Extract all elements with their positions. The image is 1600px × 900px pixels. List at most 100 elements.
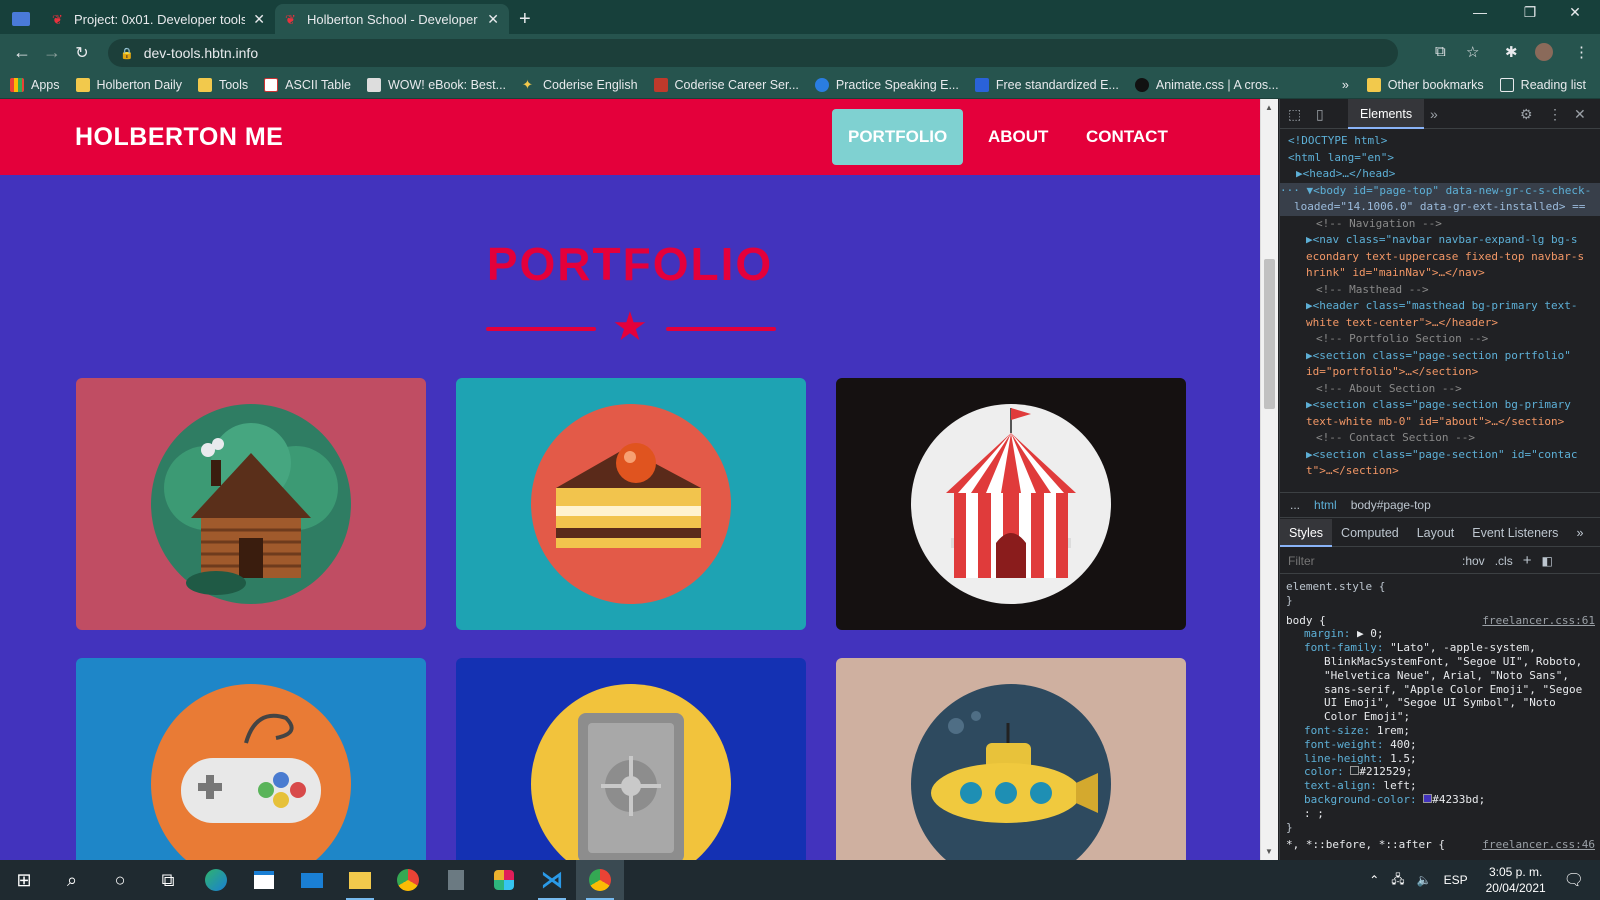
- forward-icon[interactable]: →: [37, 42, 67, 63]
- dom-tree[interactable]: <!DOCTYPE html> <html lang="en"> ▶<head>…: [1280, 130, 1600, 480]
- bookmark-holberton-daily[interactable]: Holberton Daily: [75, 77, 182, 92]
- translate-app-icon[interactable]: [0, 4, 42, 34]
- inspect-element-icon[interactable]: ⬚: [1288, 106, 1301, 123]
- tab-project[interactable]: ❦ Project: 0x01. Developer tools | H ✕: [42, 4, 275, 34]
- reading-list[interactable]: Reading list: [1499, 77, 1586, 92]
- store-icon[interactable]: [240, 860, 288, 900]
- subtabs-overflow[interactable]: »: [1567, 519, 1592, 547]
- input-language[interactable]: ESP: [1444, 873, 1468, 887]
- devtools-menu-icon[interactable]: ⋮: [1548, 106, 1562, 123]
- bookmark-animate-css[interactable]: Animate.css | A cros...: [1134, 77, 1279, 92]
- slack-icon[interactable]: [480, 860, 528, 900]
- style-prop[interactable]: color: #212529;: [1286, 765, 1595, 779]
- notifications-icon[interactable]: 🗨: [1564, 870, 1584, 890]
- dom-line[interactable]: ▶<header class="masthead bg-primary text…: [1280, 298, 1600, 315]
- nav-about[interactable]: ABOUT: [972, 109, 1064, 165]
- close-tab-icon[interactable]: ✕: [487, 11, 499, 28]
- portfolio-card-circus[interactable]: [836, 378, 1186, 630]
- breadcrumb-more[interactable]: ...: [1290, 498, 1300, 512]
- dom-line[interactable]: ▶<section class="page-section bg-primary: [1280, 397, 1600, 414]
- new-tab-button[interactable]: +: [509, 4, 549, 34]
- extensions-icon[interactable]: ✱: [1505, 43, 1518, 61]
- tab-computed[interactable]: Computed: [1332, 519, 1408, 547]
- translate-icon[interactable]: ⧉: [1435, 43, 1446, 60]
- task-view-icon[interactable]: ⧉: [144, 860, 192, 900]
- dom-line[interactable]: white text-center">…</header>: [1280, 315, 1600, 332]
- bookmark-coderise-english[interactable]: ✦ Coderise English: [522, 77, 638, 92]
- dom-line[interactable]: econdary text-uppercase fixed-top navbar…: [1280, 249, 1600, 266]
- site-brand[interactable]: HOLBERTON ME: [75, 123, 283, 152]
- style-prop[interactable]: text-align: left;: [1286, 779, 1595, 793]
- dom-line[interactable]: t">…</section>: [1280, 463, 1600, 480]
- reload-icon[interactable]: ↻: [67, 43, 97, 63]
- file-explorer-icon[interactable]: [336, 860, 384, 900]
- windows-start-icon[interactable]: ⊞: [0, 860, 48, 900]
- scroll-up-icon[interactable]: ▲: [1265, 103, 1273, 112]
- dom-line[interactable]: ▶<section class="page-section" id="conta…: [1280, 447, 1600, 464]
- menu-icon[interactable]: ⋮: [1574, 43, 1589, 61]
- bookmark-free-standardized[interactable]: Free standardized E...: [974, 77, 1119, 92]
- tab-layout[interactable]: Layout: [1408, 519, 1464, 547]
- breadcrumb-body[interactable]: body#page-top: [1351, 498, 1431, 512]
- bookmarks-overflow[interactable]: »: [1342, 78, 1349, 92]
- chrome-icon[interactable]: [384, 860, 432, 900]
- stylesheet-link[interactable]: freelancer.css:46: [1482, 838, 1595, 852]
- dom-line[interactable]: ▶<nav class="navbar navbar-expand-lg bg-…: [1280, 232, 1600, 249]
- settings-gear-icon[interactable]: ⚙: [1520, 106, 1533, 123]
- back-icon[interactable]: ←: [7, 42, 37, 63]
- maximize-icon[interactable]: ❐: [1510, 4, 1550, 21]
- device-toolbar-icon[interactable]: ▯: [1316, 106, 1324, 123]
- clock[interactable]: 3:05 p. m. 20/04/2021: [1486, 864, 1546, 896]
- chrome-active-icon[interactable]: [576, 860, 624, 900]
- nav-contact[interactable]: CONTACT: [1070, 109, 1184, 165]
- stylesheet-link[interactable]: freelancer.css:61: [1482, 614, 1595, 628]
- style-prop[interactable]: margin: ▶ 0;: [1286, 627, 1595, 641]
- dom-line[interactable]: id="portfolio">…</section>: [1280, 364, 1600, 381]
- style-prop[interactable]: background-color: #4233bd;: [1286, 793, 1595, 807]
- portfolio-card-cabin[interactable]: [76, 378, 426, 630]
- tab-elements[interactable]: Elements: [1348, 99, 1425, 129]
- calculator-icon[interactable]: [432, 860, 480, 900]
- bookmark-apps[interactable]: Apps: [10, 77, 60, 92]
- bookmark-star-icon[interactable]: ☆: [1466, 43, 1479, 61]
- dom-line[interactable]: <!DOCTYPE html>: [1280, 133, 1600, 150]
- bookmark-practice-speaking[interactable]: Practice Speaking E...: [814, 77, 959, 92]
- color-swatch[interactable]: [1423, 793, 1433, 803]
- bookmark-coderise-career[interactable]: Coderise Career Ser...: [653, 77, 799, 92]
- tray-overflow-icon[interactable]: ⌃: [1369, 873, 1379, 887]
- search-icon[interactable]: ⌕: [48, 860, 96, 900]
- vscode-icon[interactable]: ⋊: [528, 860, 576, 900]
- style-prop[interactable]: font-family: "Lato", -apple-system,: [1286, 641, 1595, 655]
- styles-filter-input[interactable]: [1284, 550, 1452, 571]
- dom-line-selected[interactable]: ··· ▼<body id="page-top" data-new-gr-c-s…: [1280, 182, 1600, 199]
- portfolio-card-safe[interactable]: [456, 658, 806, 860]
- bookmark-tools[interactable]: Tools: [197, 77, 248, 92]
- dom-line[interactable]: hrink" id="mainNav">…</nav>: [1280, 265, 1600, 282]
- mail-icon[interactable]: [288, 860, 336, 900]
- profile-avatar[interactable]: [1535, 43, 1553, 61]
- nav-portfolio[interactable]: PORTFOLIO: [832, 109, 964, 165]
- breadcrumb-html[interactable]: html: [1314, 498, 1337, 512]
- more-tabs-icon[interactable]: »: [1430, 106, 1438, 122]
- hov-toggle[interactable]: :hov: [1462, 554, 1485, 568]
- page-scrollbar[interactable]: ▲ ▼: [1260, 99, 1278, 860]
- volume-icon[interactable]: 🔈: [1417, 873, 1432, 887]
- portfolio-card-cake[interactable]: [456, 378, 806, 630]
- styles-pane[interactable]: element.style { } body {freelancer.css:6…: [1280, 576, 1600, 860]
- devtools-close-icon[interactable]: ✕: [1574, 106, 1586, 123]
- dom-line[interactable]: ▶<section class="page-section portfolio": [1280, 348, 1600, 365]
- style-prop[interactable]: line-height: 1.5;: [1286, 752, 1595, 766]
- dom-line-selected[interactable]: loaded="14.1006.0" data-gr-ext-installed…: [1280, 199, 1600, 216]
- dom-line[interactable]: ▶<head>…</head>: [1280, 166, 1600, 183]
- network-icon[interactable]: 🖧: [1391, 870, 1404, 891]
- bookmark-other[interactable]: Other bookmarks: [1366, 77, 1484, 92]
- tab-event-listeners[interactable]: Event Listeners: [1463, 519, 1567, 547]
- minimize-icon[interactable]: —: [1460, 4, 1500, 20]
- new-rule-icon[interactable]: +: [1523, 552, 1532, 569]
- portfolio-card-submarine[interactable]: [836, 658, 1186, 860]
- edge-icon[interactable]: [192, 860, 240, 900]
- address-bar[interactable]: 🔒 dev-tools.hbtn.info: [108, 39, 1398, 67]
- window-close-icon[interactable]: ✕: [1555, 4, 1595, 21]
- portfolio-card-game[interactable]: [76, 658, 426, 860]
- close-tab-icon[interactable]: ✕: [253, 11, 265, 28]
